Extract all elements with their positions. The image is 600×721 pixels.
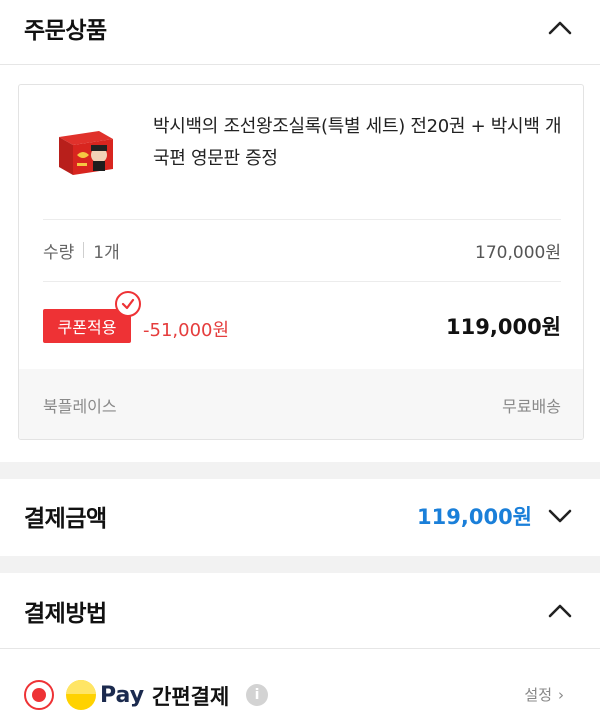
section-divider [0,64,600,65]
payment-option-simple-pay[interactable]: Pay 간편결제 i 설정 › [0,672,600,721]
info-icon[interactable]: i [246,684,268,706]
npay-logo: Pay [66,680,144,710]
settings-label: 설정 [524,686,552,704]
product-thumbnail[interactable] [55,125,117,177]
section-divider [0,648,600,649]
settings-link[interactable]: 설정 › [524,684,564,705]
section-spacer [0,556,600,573]
quantity-separator [83,242,85,258]
card-divider [43,281,561,282]
discount-amount: -51,000원 [143,320,230,341]
seller-bar: 북플레이스 무료배송 [19,369,583,439]
radio-dot [32,688,46,702]
payment-radio-selected[interactable] [24,680,54,710]
order-section-header[interactable]: 주문상품 [0,0,600,56]
section-spacer [0,462,600,479]
chevron-up-icon[interactable] [546,597,574,625]
order-section-title: 주문상품 [24,18,107,44]
seller-name: 북플레이스 [43,397,117,416]
pay-logo-text: Pay [100,682,145,708]
quantity-row: 수량 1개 170,000원 [43,235,561,265]
chevron-up-icon[interactable] [546,14,574,42]
simple-pay-label: 간편결제 [152,685,230,709]
shipping-info: 무료배송 [502,397,561,416]
quantity-value: 1개 [93,242,120,263]
chevron-down-icon[interactable] [546,502,574,530]
payment-amount-header[interactable]: 결제금액 119,000원 [0,488,600,544]
final-price: 119,000원 [446,315,561,339]
payment-amount-title: 결제금액 [24,506,107,532]
quantity-label: 수량 [43,242,75,263]
payment-method-title: 결제방법 [24,601,107,627]
order-item-card: 박시백의 조선왕조실록(특별 세트) 전20권 + 박시백 개국편 영문판 증정… [18,84,584,440]
pay-coin-icon [66,680,96,710]
check-icon [115,291,141,317]
card-divider [43,219,561,220]
chevron-right-icon: › [558,685,564,704]
original-price: 170,000원 [475,242,561,263]
product-name[interactable]: 박시백의 조선왕조실록(특별 세트) 전20권 + 박시백 개국편 영문판 증정 [153,111,563,175]
payment-method-header[interactable]: 결제방법 [0,583,600,639]
coupon-applied-button[interactable]: 쿠폰적용 [43,309,131,343]
payment-amount-value: 119,000원 [417,505,532,529]
coupon-row: 쿠폰적용 -51,000원 119,000원 [43,291,561,347]
